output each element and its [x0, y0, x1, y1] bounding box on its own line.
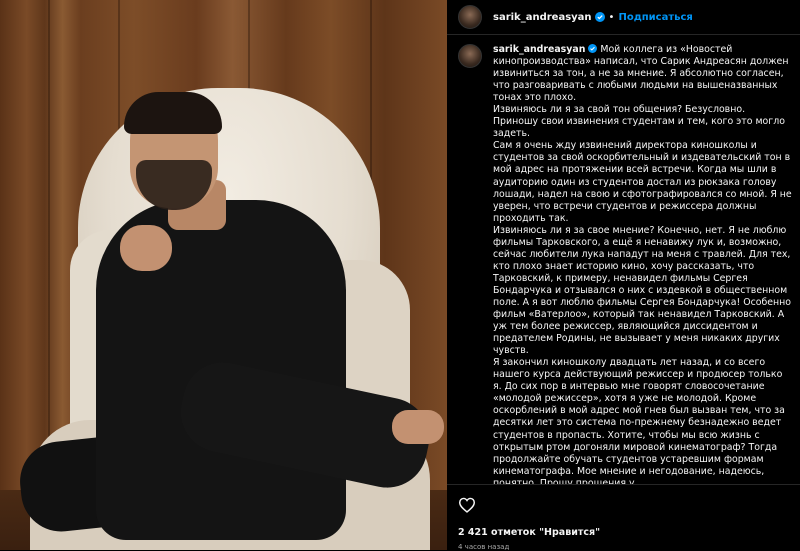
separator-dot: • — [608, 11, 615, 23]
caption-username[interactable]: sarik_andreasyan — [493, 44, 585, 55]
post-actions: 2 421 отметок "Нравится" 4 часов назад — [447, 484, 800, 551]
man-hand — [120, 225, 172, 271]
caption-text: sarik_andreasyan Мой коллега из «Новосте… — [493, 44, 793, 484]
verified-badge-icon — [588, 44, 598, 53]
man-hair — [124, 92, 222, 134]
verified-badge-icon — [594, 12, 605, 22]
like-count[interactable]: 2 421 отметок "Нравится" — [458, 527, 600, 538]
avatar[interactable] — [458, 5, 482, 29]
avatar[interactable] — [458, 44, 482, 68]
follow-button[interactable]: Подписаться — [618, 12, 692, 23]
header-username[interactable]: sarik_andreasyan — [493, 12, 592, 23]
caption-paragraph: Извиняюсь ли я за свой тон общения? Безу… — [493, 104, 785, 140]
man-hand — [392, 410, 444, 444]
caption-paragraph: Я закончил киношколу двадцать лет назад,… — [493, 357, 785, 484]
caption-paragraph: sarik_andreasyan Мой коллега из «Новосте… — [493, 44, 793, 104]
caption-comment: sarik_andreasyan Мой коллега из «Новосте… — [447, 44, 800, 484]
heart-icon[interactable] — [458, 497, 476, 513]
caption-paragraph: Извиняюсь ли я за свое мнение? Конечно, … — [493, 224, 792, 357]
instagram-post: sarik_andreasyan • Подписаться sarik_and… — [0, 0, 800, 551]
post-photo[interactable] — [0, 0, 447, 550]
post-sidebar: sarik_andreasyan • Подписаться sarik_and… — [447, 0, 800, 551]
caption-paragraph: Сам я очень жду извинений директора кино… — [493, 140, 792, 224]
post-header: sarik_andreasyan • Подписаться — [447, 0, 800, 35]
